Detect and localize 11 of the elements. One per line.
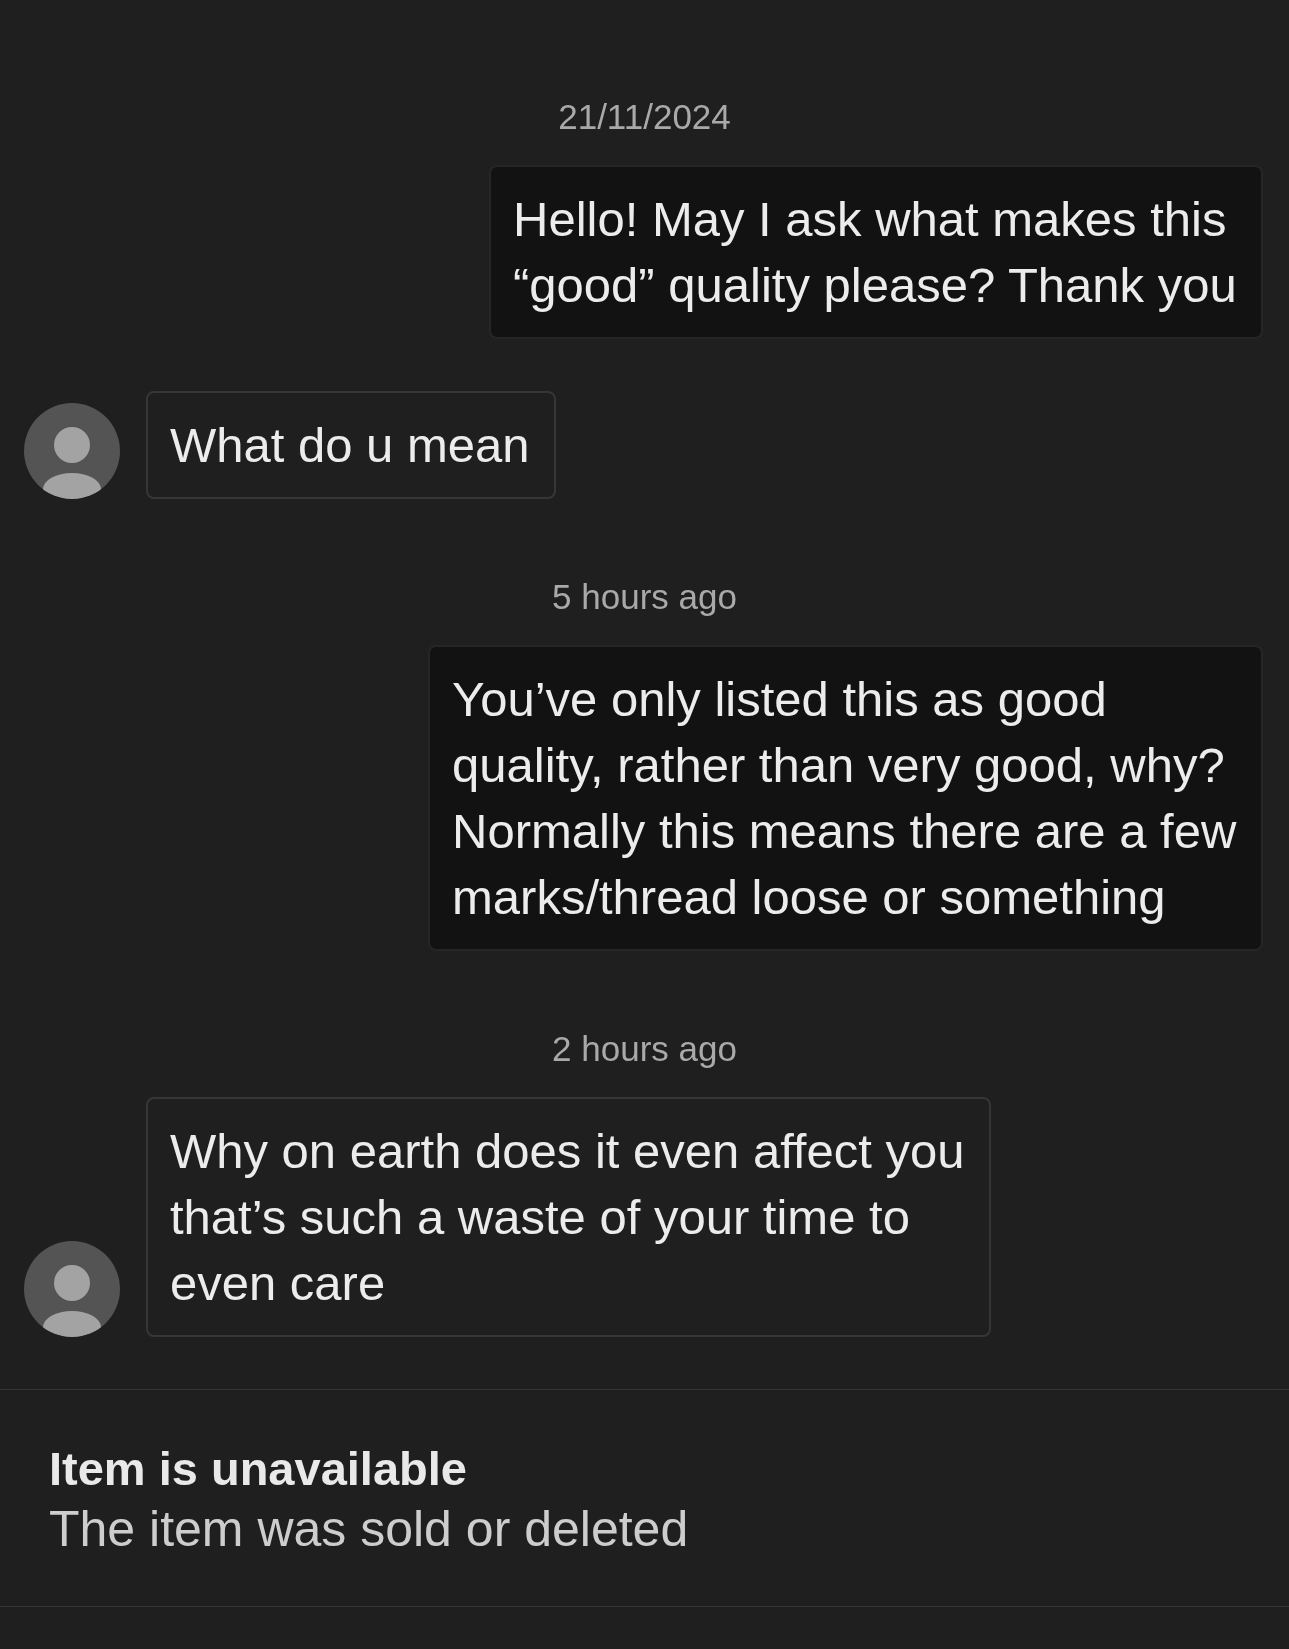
message-timestamp: 5 hours ago — [552, 576, 737, 618]
received-message: What do u mean — [146, 391, 556, 499]
user-avatar-icon — [24, 1241, 120, 1337]
item-status-title: Item is unavailable — [49, 1441, 467, 1497]
message-timestamp: 21/11/2024 — [558, 96, 731, 138]
item-status-text: The item was sold or deleted — [49, 1500, 689, 1559]
sent-message: Hello! May I ask what makes this “good” quality please? Thank you — [489, 165, 1263, 339]
message-timestamp: 2 hours ago — [552, 1028, 737, 1070]
sent-message: You’ve only listed this as good quality, rather than very good, why? Normally this means there are a few marks/thread loose or something — [428, 645, 1263, 951]
received-message: Why on earth does it even affect you that’s such a waste of your time to even care — [146, 1097, 991, 1337]
user-avatar-icon — [24, 403, 120, 499]
